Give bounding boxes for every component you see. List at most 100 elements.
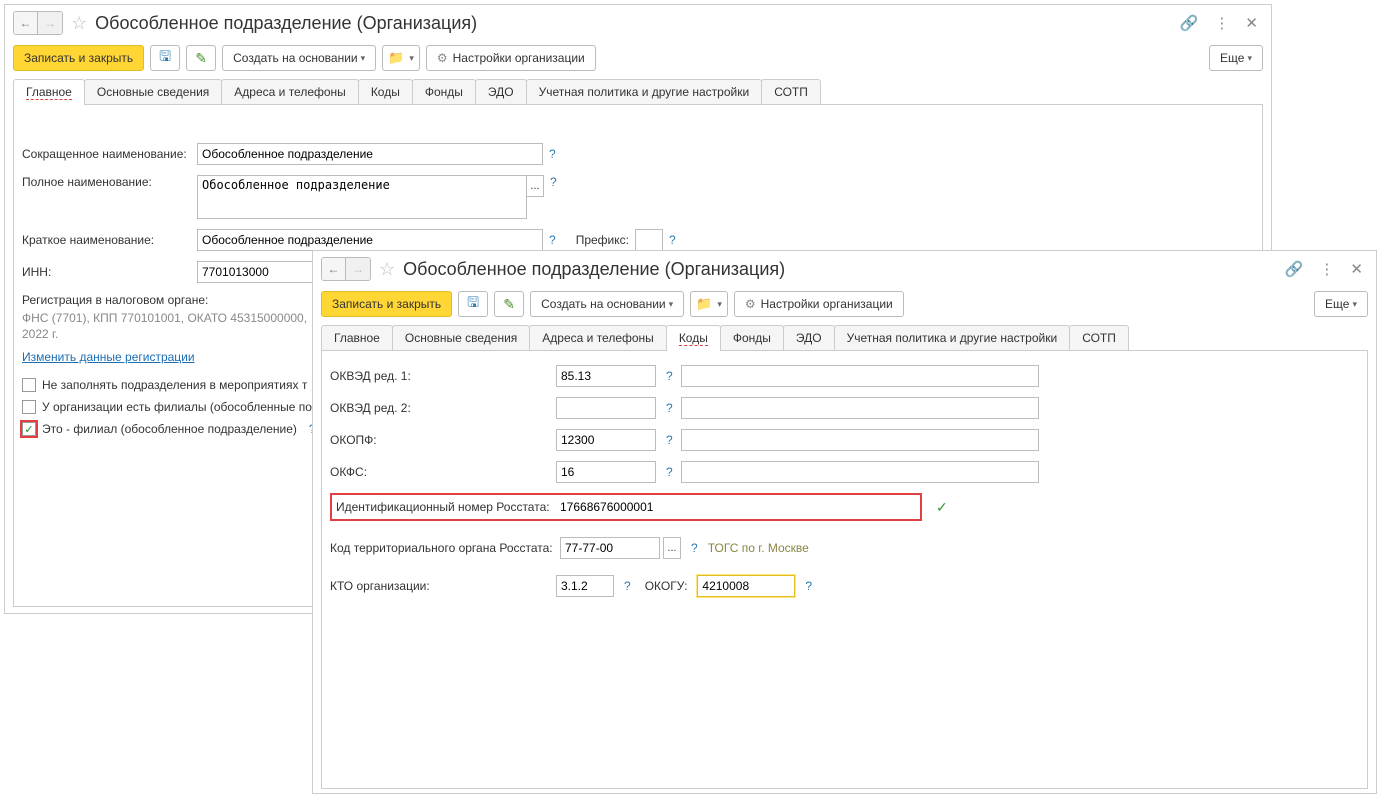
star-icon[interactable]: ☆ (69, 13, 89, 34)
help-icon[interactable]: ? (691, 541, 698, 555)
tab-edo[interactable]: ЭДО (475, 79, 527, 104)
more-label: Еще (1325, 297, 1349, 311)
more-button[interactable]: Еще▾ (1209, 45, 1263, 71)
nav-forward-button[interactable]: → (346, 258, 370, 280)
nav-back-button[interactable]: ← (322, 258, 346, 280)
more-button[interactable]: Еще▾ (1314, 291, 1368, 317)
terr-code-input[interactable] (560, 537, 660, 559)
tab-codes[interactable]: Коды (358, 79, 413, 104)
caret-down-icon: ▾ (1352, 299, 1357, 310)
terr-hint: ТОГС по г. Москве (708, 541, 809, 555)
edit-button[interactable]: ✎ (186, 45, 216, 71)
tab-addresses[interactable]: Адреса и телефоны (221, 79, 359, 104)
kto-input[interactable] (556, 575, 614, 597)
tab-edo[interactable]: ЭДО (783, 325, 835, 350)
edit-button[interactable]: ✎ (494, 291, 524, 317)
tab-addresses[interactable]: Адреса и телефоны (529, 325, 667, 350)
save-close-button[interactable]: Записать и закрыть (321, 291, 452, 317)
window-title: Обособленное подразделение (Организация) (403, 259, 1274, 280)
org-settings-button[interactable]: ⚙Настройки организации (734, 291, 904, 317)
tabs: Главное Основные сведения Адреса и телеф… (13, 79, 1263, 105)
tab-funds[interactable]: Фонды (720, 325, 784, 350)
help-icon[interactable]: ? (624, 579, 631, 593)
help-icon[interactable]: ? (666, 433, 673, 447)
full-name-input[interactable]: Обособленное подразделение (197, 175, 527, 219)
okved2-input[interactable] (556, 397, 656, 419)
chk-no-fill[interactable] (22, 378, 36, 392)
star-icon[interactable]: ☆ (377, 259, 397, 280)
help-icon[interactable]: ? (669, 233, 676, 247)
caret-down-icon: ▾ (361, 53, 366, 64)
help-icon[interactable]: ? (805, 579, 812, 593)
save-button[interactable]: 🖫 (458, 291, 488, 317)
okogu-input[interactable] (697, 575, 795, 597)
nav-back-button[interactable]: ← (14, 12, 38, 34)
folder-button[interactable]: 📁▾ (382, 45, 420, 71)
tab-general-info[interactable]: Основные сведения (84, 79, 222, 104)
caret-down-icon: ▾ (409, 53, 414, 64)
floppy-icon: 🖫 (159, 46, 171, 70)
create-based-button[interactable]: Создать на основании▾ (222, 45, 376, 71)
org-settings-button[interactable]: ⚙Настройки организации (426, 45, 596, 71)
row-okfs: ОКФС: ? (330, 461, 1359, 483)
tab-body-codes: ОКВЭД ред. 1: ? ОКВЭД ред. 2: ? ОКОПФ: ?… (321, 351, 1368, 789)
row-okopf: ОКОПФ: ? (330, 429, 1359, 451)
link-icon[interactable]: 🔗 (1280, 260, 1309, 278)
folder-button[interactable]: 📁▾ (690, 291, 728, 317)
label-chk-is-branch: Это - филиал (обособленное подразделение… (42, 422, 297, 436)
okved1-input[interactable] (556, 365, 656, 387)
tab-main[interactable]: Главное (13, 79, 85, 104)
row-short-name: Сокращенное наименование: ? (22, 143, 1254, 165)
close-icon[interactable]: ✕ (1240, 14, 1263, 32)
tab-acct-policy[interactable]: Учетная политика и другие настройки (834, 325, 1071, 350)
ellipsis-button[interactable]: ... (663, 537, 681, 559)
save-close-button[interactable]: Записать и закрыть (13, 45, 144, 71)
label-chk-has-branches: У организации есть филиалы (обособленные… (42, 400, 312, 414)
help-icon[interactable]: ? (666, 401, 673, 415)
ellipsis-button[interactable]: ... (526, 175, 544, 197)
help-icon[interactable]: ? (666, 465, 673, 479)
rosstat-id-input[interactable] (556, 498, 912, 516)
chk-has-branches[interactable] (22, 400, 36, 414)
okopf-desc-input[interactable] (681, 429, 1039, 451)
okfs-input[interactable] (556, 461, 656, 483)
short-name-input[interactable] (197, 143, 543, 165)
label-rosstat-id: Идентификационный номер Росстата: (336, 500, 550, 514)
tab-main[interactable]: Главное (321, 325, 393, 350)
okfs-desc-input[interactable] (681, 461, 1039, 483)
row-okved1: ОКВЭД ред. 1: ? (330, 365, 1359, 387)
pencil-icon: ✎ (503, 296, 515, 313)
tab-funds[interactable]: Фонды (412, 79, 476, 104)
okved1-desc-input[interactable] (681, 365, 1039, 387)
close-icon[interactable]: ✕ (1345, 260, 1368, 278)
inn-input[interactable] (197, 261, 315, 283)
window-header: ← → ☆ Обособленное подразделение (Органи… (5, 5, 1271, 41)
tab-acct-policy[interactable]: Учетная политика и другие настройки (526, 79, 763, 104)
chk-is-branch[interactable]: ✓ (22, 422, 36, 436)
link-icon[interactable]: 🔗 (1175, 14, 1204, 32)
tab-sotp[interactable]: СОТП (1069, 325, 1129, 350)
save-button[interactable]: 🖫 (150, 45, 180, 71)
brief-name-input[interactable] (197, 229, 543, 251)
kebab-icon[interactable]: ⋮ (1209, 14, 1234, 32)
pencil-icon: ✎ (195, 50, 207, 67)
okved2-desc-input[interactable] (681, 397, 1039, 419)
label-inn: ИНН: (22, 265, 197, 279)
help-icon[interactable]: ? (666, 369, 673, 383)
help-icon[interactable]: ? (550, 175, 557, 189)
floppy-icon: 🖫 (467, 292, 479, 316)
org-settings-label: Настройки организации (761, 297, 893, 311)
create-based-label: Создать на основании (541, 297, 666, 311)
change-registration-link[interactable]: Изменить данные регистрации (22, 350, 195, 364)
kebab-icon[interactable]: ⋮ (1314, 260, 1339, 278)
help-icon[interactable]: ? (549, 147, 556, 161)
label-chk-no-fill: Не заполнять подразделения в мероприятия… (42, 378, 307, 392)
tab-sotp[interactable]: СОТП (761, 79, 821, 104)
tab-codes[interactable]: Коды (666, 325, 721, 350)
tab-general-info[interactable]: Основные сведения (392, 325, 530, 350)
help-icon[interactable]: ? (549, 233, 556, 247)
prefix-input[interactable] (635, 229, 663, 251)
nav-forward-button[interactable]: → (38, 12, 62, 34)
create-based-button[interactable]: Создать на основании▾ (530, 291, 684, 317)
okopf-input[interactable] (556, 429, 656, 451)
